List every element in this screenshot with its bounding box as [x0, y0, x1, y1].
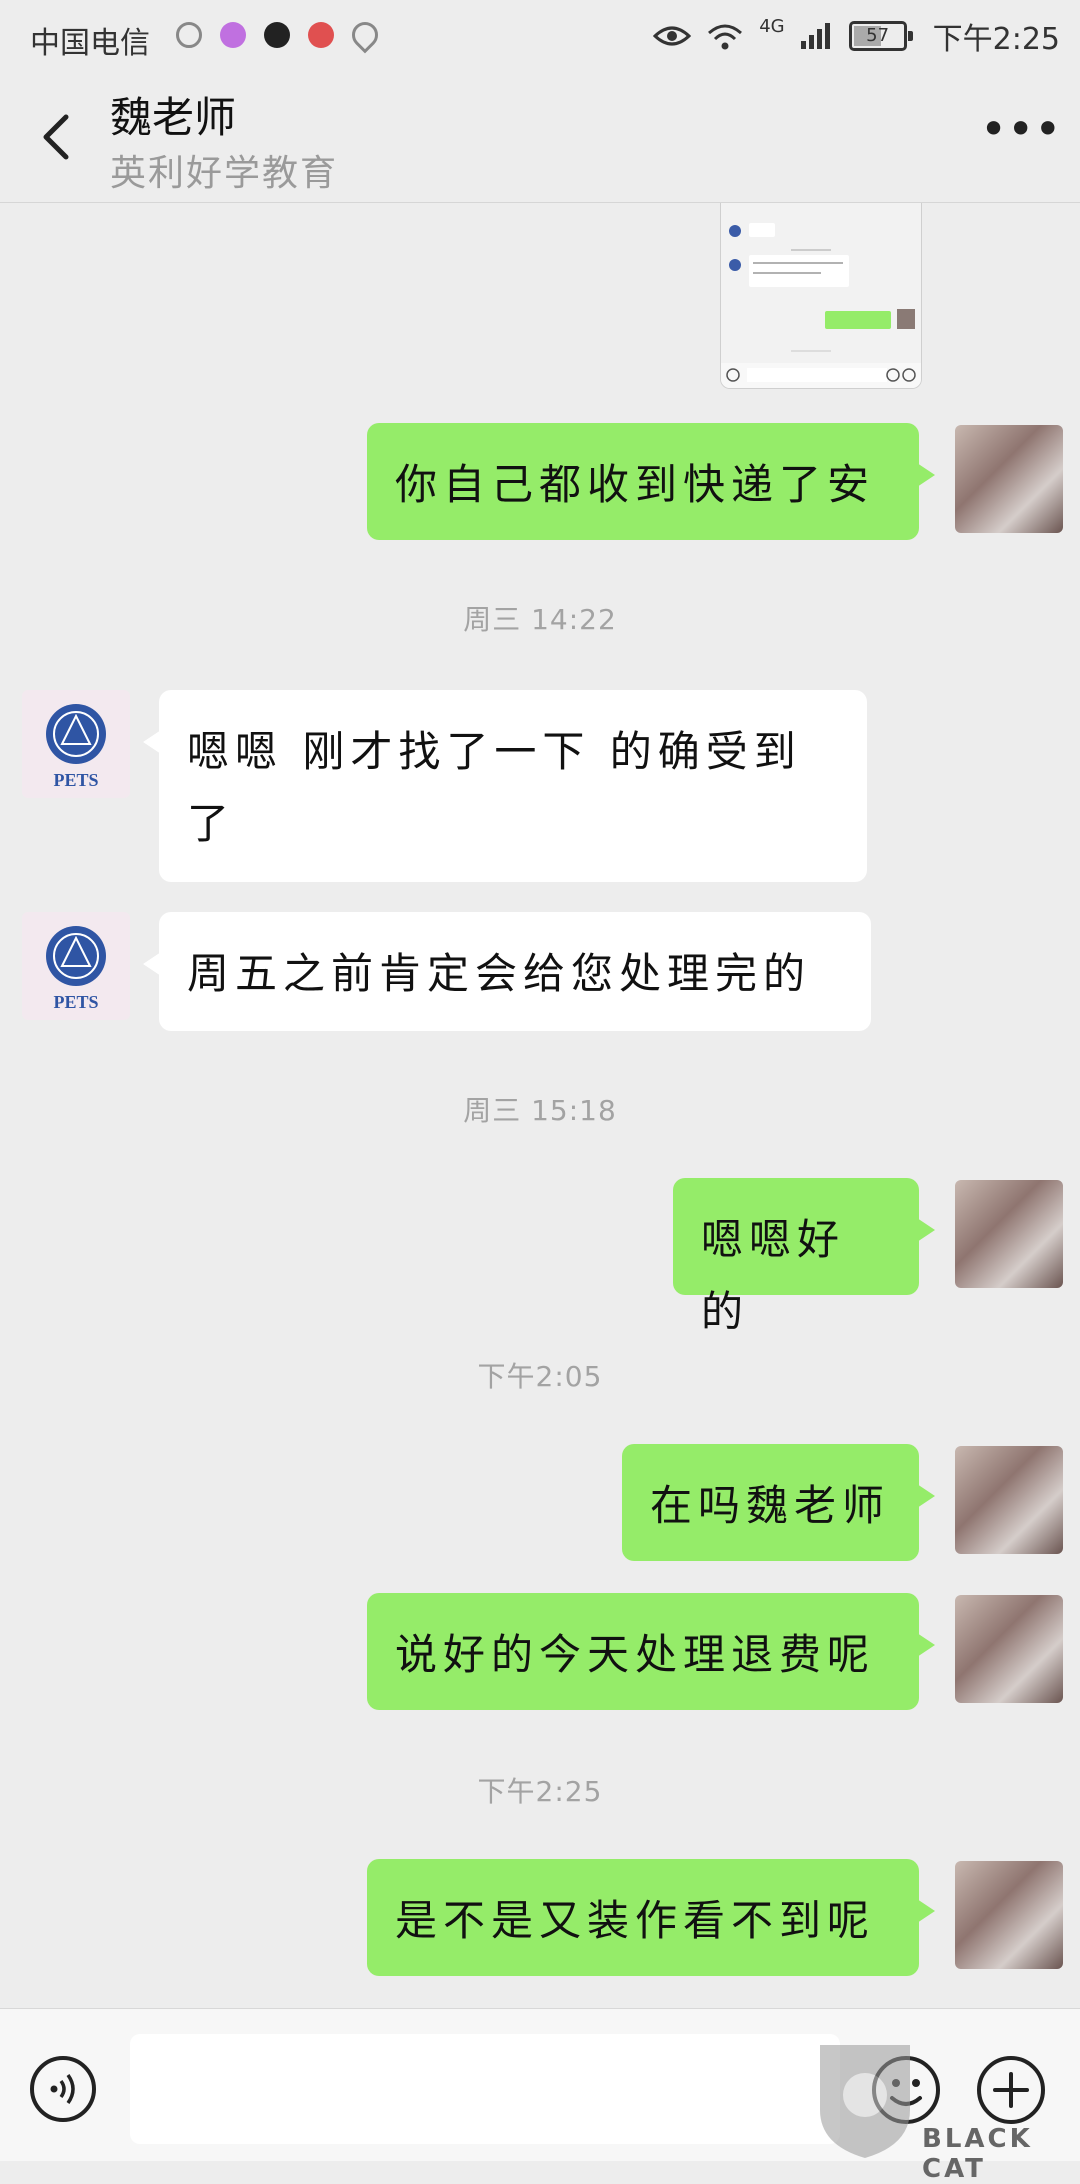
timestamp: 下午2:05 [477, 1360, 603, 1393]
signal-icon [800, 23, 830, 49]
outgoing-message[interactable]: 你自己都收到快递了安 [367, 423, 935, 540]
app-notification-icon [176, 22, 202, 48]
eye-comfort-icon [653, 26, 692, 46]
tiktok-icon [264, 22, 290, 48]
my-avatar[interactable] [955, 425, 1063, 533]
teacher-avatar[interactable]: PETS [22, 912, 130, 1020]
chat-title: 魏老师 [110, 93, 237, 142]
network-type: 4G [759, 15, 785, 37]
timestamp: 周三 15:18 [463, 1094, 617, 1127]
app-notification-icon [308, 22, 334, 48]
image-message[interactable] [720, 203, 922, 389]
outgoing-message[interactable]: 说好的今天处理退费呢 [367, 1593, 935, 1710]
incoming-message[interactable]: 嗯嗯 刚才找了一下 的确受到了 [143, 690, 867, 882]
my-avatar[interactable] [955, 1446, 1063, 1554]
app-notification-icon [220, 22, 246, 48]
message-input[interactable] [130, 2034, 840, 2144]
chevron-left-icon[interactable] [26, 102, 86, 172]
pets-logo-label: PETS [53, 992, 98, 1012]
timestamp: 周三 14:22 [463, 603, 617, 636]
chat-header: 魏老师 英利好学教育 ••• [0, 72, 1080, 203]
clock: 下午2:25 [932, 22, 1060, 57]
watermark-text: BLACK CAT [922, 2124, 1033, 2184]
wifi-icon [708, 24, 743, 50]
timestamp: 下午2:25 [477, 1775, 603, 1808]
outgoing-message[interactable]: 在吗魏老师 [622, 1444, 935, 1561]
notification-icons [176, 16, 384, 54]
pets-logo-icon: PETS [46, 926, 106, 1012]
teacher-avatar[interactable]: PETS [22, 690, 130, 798]
my-avatar[interactable] [955, 1180, 1063, 1288]
my-avatar[interactable] [955, 1861, 1063, 1969]
status-bar: 中国电信 4G 57 下午2:25 [0, 0, 1080, 72]
chat-subtitle: 英利好学教育 [110, 153, 339, 194]
incoming-message[interactable]: 周五之前肯定会给您处理完的 [143, 912, 871, 1031]
message-list[interactable]: 你自己都收到快递了安 周三 14:22 PETS 嗯嗯 刚才找了一下 的确受到了… [0, 203, 1080, 2008]
outgoing-message[interactable]: 嗯嗯好的 [673, 1178, 935, 1336]
voice-icon[interactable] [28, 2054, 98, 2124]
battery-icon: 57 [848, 21, 913, 51]
carrier-label: 中国电信 [30, 26, 150, 61]
battery-level: 57 [866, 25, 890, 46]
my-avatar[interactable] [955, 1595, 1063, 1703]
pets-logo-label: PETS [53, 770, 98, 790]
location-icon [346, 16, 384, 54]
more-dots-icon[interactable]: ••• [980, 106, 1061, 154]
outgoing-message[interactable]: 是不是又装作看不到呢 [367, 1859, 935, 1976]
pets-logo-icon: PETS [46, 704, 106, 790]
